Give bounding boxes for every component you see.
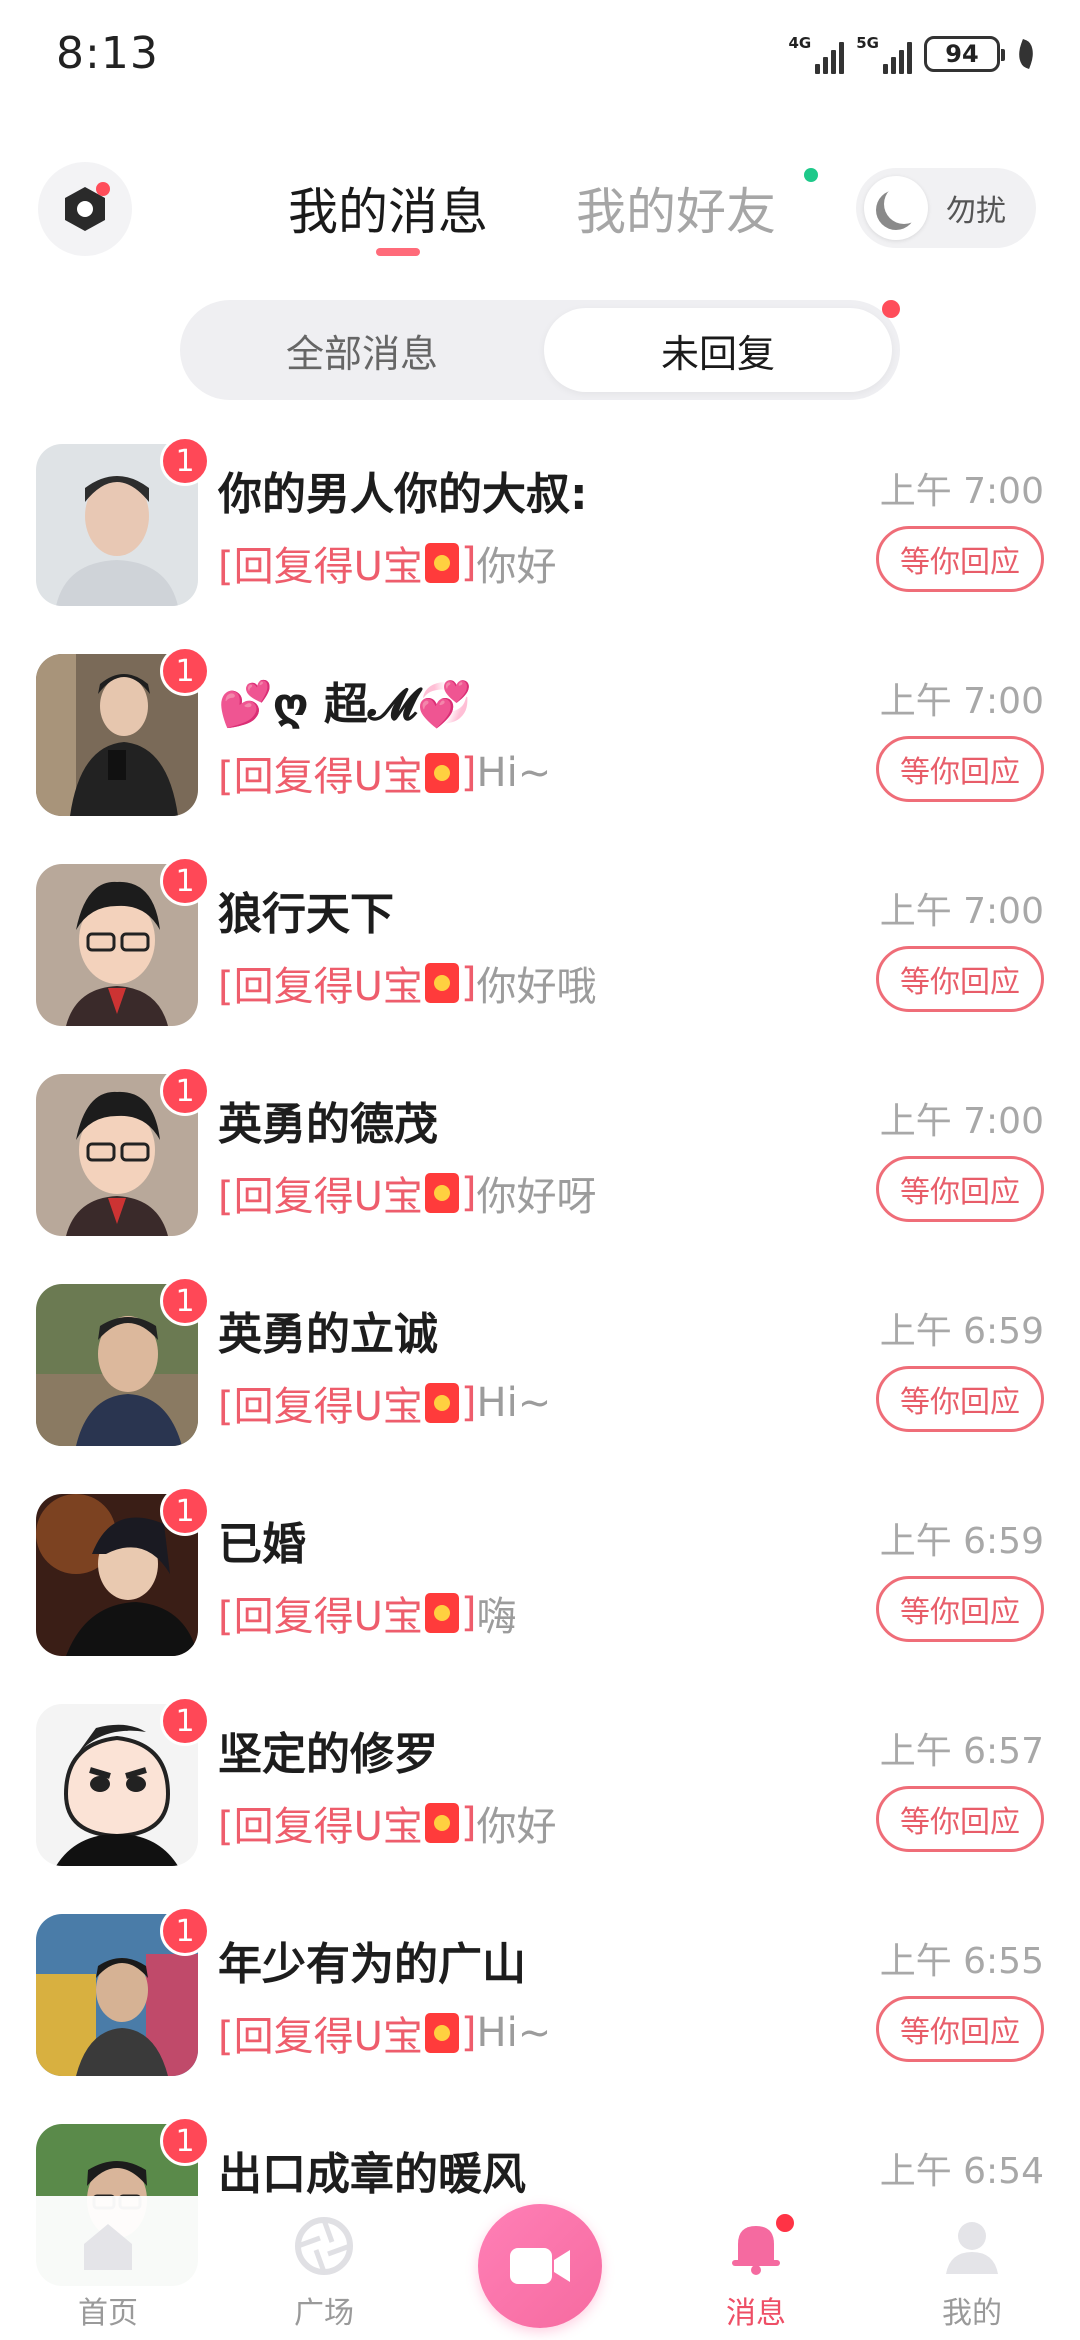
waiting-reply-button[interactable]: 等你回应 <box>876 1576 1044 1642</box>
power-saving-icon <box>1014 39 1038 69</box>
camera-notification-dot <box>96 182 110 196</box>
aperture-icon <box>295 2217 353 2275</box>
filter-all-messages[interactable]: 全部消息 <box>188 308 536 392</box>
red-envelope-icon <box>424 753 459 793</box>
unread-badge: 1 <box>160 436 210 486</box>
nav-messages[interactable]: 消息 <box>686 2214 826 2332</box>
message-time: 上午 7:00 <box>879 891 1044 932</box>
message-time: 上午 6:55 <box>879 1941 1044 1982</box>
bottom-nav: 首页 广场 消息 我的 <box>0 2196 1080 2340</box>
profile-icon <box>946 2222 998 2274</box>
list-item[interactable]: 1 💕ღ 超𝓜💞 [回复得U宝] Hi~ 上午 7:00 等你回应 <box>0 646 1080 856</box>
unread-badge: 1 <box>160 1486 210 1536</box>
message-preview: [回复得U宝] Hi~ <box>218 750 552 800</box>
message-preview: [回复得U宝] 你好哦 <box>218 960 597 1010</box>
video-call-button[interactable] <box>478 2204 602 2328</box>
tab-my-friends[interactable]: 我的好友 <box>576 172 776 244</box>
filter-unreplied[interactable]: 未回复 <box>544 308 892 392</box>
contact-name: 💕ღ 超𝓜💞 <box>218 679 473 730</box>
list-item[interactable]: 1 已婚 [回复得U宝] 嗨 上午 6:59 等你回应 <box>0 1486 1080 1696</box>
nav-square[interactable]: 广场 <box>254 2214 394 2332</box>
tab-my-messages[interactable]: 我的消息 <box>288 172 488 244</box>
list-item[interactable]: 1 狼行天下 [回复得U宝] 你好哦 上午 7:00 等你回应 <box>0 856 1080 1066</box>
waiting-reply-button[interactable]: 等你回应 <box>876 526 1044 592</box>
waiting-reply-button[interactable]: 等你回应 <box>876 946 1044 1012</box>
unread-badge: 1 <box>160 1276 210 1326</box>
unread-badge: 1 <box>160 1906 210 1956</box>
status-time: 8:13 <box>56 28 159 79</box>
message-preview: [回复得U宝] 嗨 <box>218 1590 517 1640</box>
red-envelope-icon <box>424 963 459 1003</box>
dnd-label: 勿扰 <box>946 194 1006 229</box>
contact-name: 坚定的修罗 <box>218 1729 438 1780</box>
list-item[interactable]: 1 你的男人你的大叔: [回复得U宝] 你好 上午 7:00 等你回应 <box>0 436 1080 646</box>
unread-badge: 1 <box>160 646 210 696</box>
messages-notification-dot <box>774 2212 796 2234</box>
red-envelope-icon <box>424 2013 459 2053</box>
waiting-reply-button[interactable]: 等你回应 <box>876 1786 1044 1852</box>
status-indicators: 4G 5G 94 <box>789 32 1038 76</box>
battery-icon: 94 <box>924 36 1005 72</box>
waiting-reply-button[interactable]: 等你回应 <box>876 1996 1044 2062</box>
contact-name: 英勇的德茂 <box>218 1099 438 1150</box>
status-bar: 8:13 4G 5G 94 <box>0 0 1080 110</box>
unread-badge: 1 <box>160 1066 210 1116</box>
contact-name: 已婚 <box>218 1519 306 1570</box>
message-list: 1 你的男人你的大叔: [回复得U宝] 你好 上午 7:00 等你回应 1 💕ღ … <box>0 436 1080 2326</box>
home-icon <box>84 2224 132 2270</box>
list-item[interactable]: 1 英勇的德茂 [回复得U宝] 你好呀 上午 7:00 等你回应 <box>0 1066 1080 1276</box>
moon-icon <box>884 184 924 224</box>
waiting-reply-button[interactable]: 等你回应 <box>876 1366 1044 1432</box>
red-envelope-icon <box>424 543 459 583</box>
signal-5g-icon: 5G <box>856 34 912 74</box>
unread-badge: 1 <box>160 856 210 906</box>
list-item[interactable]: 1 年少有为的广山 [回复得U宝] Hi~ 上午 6:55 等你回应 <box>0 1906 1080 2116</box>
message-time: 上午 7:00 <box>879 681 1044 722</box>
red-envelope-icon <box>424 1803 459 1843</box>
message-preview: [回复得U宝] 你好 <box>218 540 557 590</box>
contact-name: 英勇的立诚 <box>218 1309 438 1360</box>
nav-me[interactable]: 我的 <box>902 2214 1042 2332</box>
active-tab-indicator <box>376 248 420 256</box>
message-time: 上午 6:59 <box>879 1311 1044 1352</box>
message-preview: [回复得U宝] Hi~ <box>218 1380 552 1430</box>
waiting-reply-button[interactable]: 等你回应 <box>876 1156 1044 1222</box>
message-time: 上午 6:54 <box>879 2151 1044 2192</box>
message-preview: [回复得U宝] 你好呀 <box>218 1170 597 1220</box>
camera-button[interactable] <box>38 162 132 256</box>
unread-badge: 1 <box>160 1696 210 1746</box>
message-preview: [回复得U宝] Hi~ <box>218 2010 552 2060</box>
header: 我的消息 我的好友 勿扰 <box>0 150 1080 270</box>
list-item[interactable]: 1 坚定的修罗 [回复得U宝] 你好 上午 6:57 等你回应 <box>0 1696 1080 1906</box>
contact-name: 出口成章的暖风 <box>218 2149 526 2200</box>
red-envelope-icon <box>424 1383 459 1423</box>
message-time: 上午 6:59 <box>879 1521 1044 1562</box>
contact-name: 你的男人你的大叔: <box>218 469 588 520</box>
video-camera-icon <box>510 2248 570 2284</box>
red-envelope-icon <box>424 1173 459 1213</box>
message-filter: 全部消息 未回复 <box>180 300 900 400</box>
friends-notification-dot <box>804 168 818 182</box>
do-not-disturb-toggle[interactable]: 勿扰 <box>856 168 1036 248</box>
signal-4g-icon: 4G <box>789 34 845 74</box>
message-time: 上午 6:57 <box>879 1731 1044 1772</box>
unreplied-notification-dot <box>882 300 900 318</box>
list-item[interactable]: 1 英勇的立诚 [回复得U宝] Hi~ 上午 6:59 等你回应 <box>0 1276 1080 1486</box>
contact-name: 年少有为的广山 <box>218 1939 526 1990</box>
message-preview: [回复得U宝] 你好 <box>218 1800 557 1850</box>
message-time: 上午 7:00 <box>879 471 1044 512</box>
toggle-knob <box>864 176 928 240</box>
nav-home[interactable]: 首页 <box>38 2214 178 2332</box>
message-time: 上午 7:00 <box>879 1101 1044 1142</box>
waiting-reply-button[interactable]: 等你回应 <box>876 736 1044 802</box>
unread-badge: 1 <box>160 2116 210 2166</box>
contact-name: 狼行天下 <box>218 889 394 940</box>
red-envelope-icon <box>424 1593 459 1633</box>
